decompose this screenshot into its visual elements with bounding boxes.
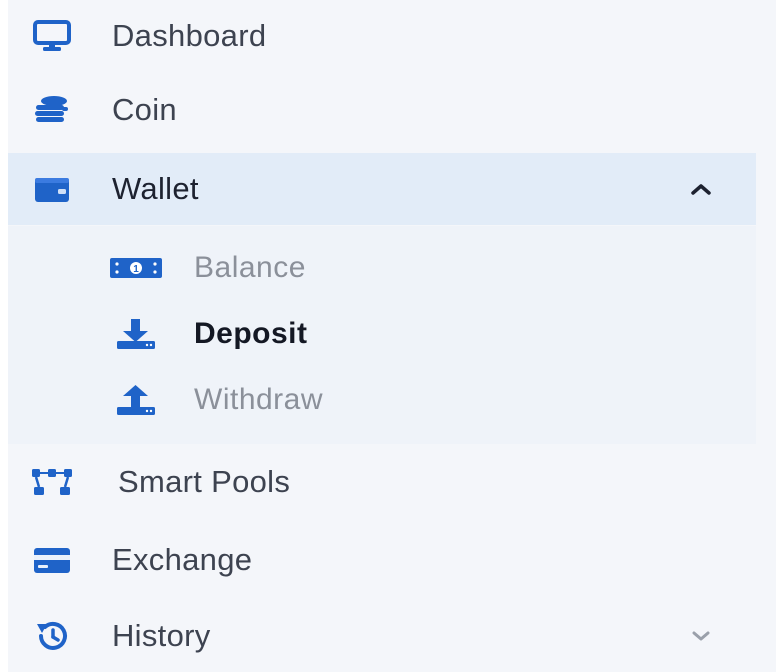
- credit-card-icon: [30, 543, 74, 577]
- sidebar-item-label: Coin: [112, 92, 177, 127]
- sidebar-item-label: Exchange: [112, 542, 253, 577]
- sidebar-item-exchange[interactable]: Exchange: [8, 524, 756, 596]
- submenu-item-withdraw[interactable]: Withdraw: [8, 370, 756, 430]
- sidebar-item-label: Smart Pools: [118, 464, 291, 499]
- wallet-submenu: 1 Balance Deposit Withdraw: [8, 226, 756, 444]
- sidebar-item-dashboard[interactable]: Dashboard: [8, 0, 756, 72]
- submenu-item-balance[interactable]: 1 Balance: [8, 238, 756, 298]
- submenu-item-deposit[interactable]: Deposit: [8, 304, 756, 364]
- submenu-item-label: Withdraw: [194, 383, 324, 416]
- sidebar-item-label: Dashboard: [112, 18, 267, 53]
- submenu-item-label: Balance: [194, 251, 306, 284]
- submenu-item-label: Deposit: [194, 317, 308, 350]
- sidebar-item-wallet[interactable]: Wallet: [8, 153, 756, 225]
- sidebar-item-smart-pools[interactable]: Smart Pools: [8, 446, 756, 518]
- svg-text:1: 1: [133, 264, 139, 275]
- upload-icon: [106, 382, 166, 418]
- network-icon: [30, 465, 74, 499]
- monitor-icon: [30, 19, 74, 53]
- wallet-icon: [30, 172, 74, 206]
- chevron-down-icon[interactable]: [686, 621, 716, 651]
- cash-icon: 1: [106, 250, 166, 286]
- sidebar-item-label: Wallet: [112, 171, 199, 206]
- coins-icon: [30, 93, 74, 127]
- history-icon: [30, 619, 74, 653]
- sidebar-nav: Dashboard Coin Wallet 1 Balance Deposit …: [8, 0, 776, 672]
- sidebar-item-history[interactable]: History: [8, 600, 756, 672]
- sidebar-item-coin[interactable]: Coin: [8, 74, 756, 146]
- chevron-up-icon[interactable]: [686, 174, 716, 204]
- sidebar-item-label: History: [112, 618, 211, 653]
- download-icon: [106, 316, 166, 352]
